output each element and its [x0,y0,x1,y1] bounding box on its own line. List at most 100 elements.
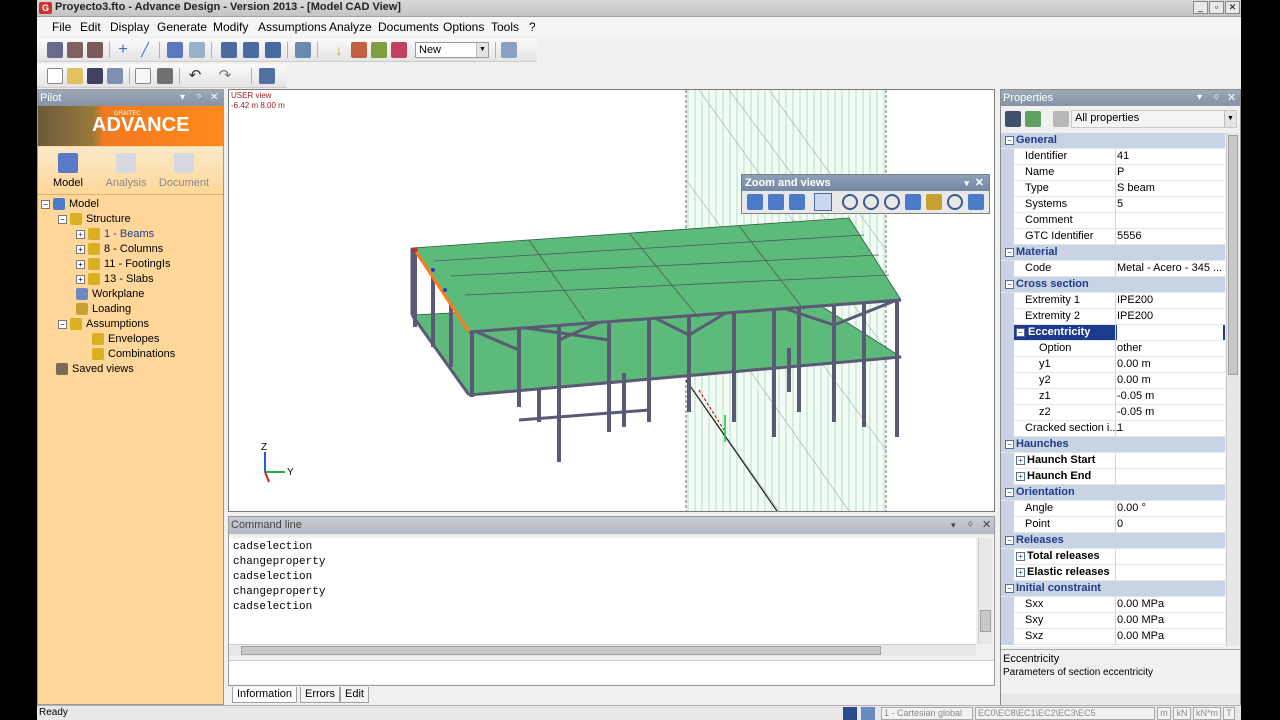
zoom-close-icon[interactable]: ✕ [975,175,984,191]
property-row[interactable]: + Haunch Start [1001,453,1225,469]
mode-model[interactable]: Model [38,147,98,193]
property-row[interactable]: + Haunch End [1001,469,1225,485]
collapse-icon[interactable]: − [1005,488,1014,497]
property-row[interactable]: y2 0.00 m [1001,373,1225,389]
moment-load-icon[interactable] [391,42,407,58]
property-value[interactable]: 0.00 m [1117,374,1223,386]
property-category[interactable]: − Orientation [1001,485,1225,501]
property-value[interactable]: other [1117,342,1223,354]
print-icon[interactable] [157,68,173,84]
property-filter-select[interactable]: All properties ▼ [1071,110,1237,128]
property-row[interactable]: + Total releases [1001,549,1225,565]
line-icon[interactable]: ╱ [137,42,153,58]
property-value[interactable] [1117,453,1223,468]
property-value[interactable] [1117,565,1223,580]
snap-icon[interactable] [843,707,857,720]
scroll-thumb[interactable] [1228,135,1238,375]
linear-load-icon[interactable] [351,42,367,58]
property-value[interactable]: -0.05 m [1117,406,1223,418]
expand-icon[interactable]: + [1016,456,1025,465]
property-value[interactable]: 5 [1117,198,1223,210]
command-icon[interactable] [259,68,275,84]
command-horizontal-scrollbar[interactable] [229,644,976,656]
expand-icon[interactable]: + [1016,552,1025,561]
property-row[interactable]: Type S beam [1001,181,1225,197]
beam-icon[interactable] [167,42,183,58]
collapse-icon[interactable]: − [1016,328,1025,337]
restore-button[interactable]: ▫ [1209,1,1224,14]
view-side-icon[interactable] [789,194,805,210]
pencil-icon[interactable] [47,42,63,58]
add-point-icon[interactable]: + [115,42,131,58]
property-value[interactable]: 5556 [1117,230,1223,242]
property-row[interactable]: Point 0 [1001,517,1225,533]
property-category[interactable]: − Cross section [1001,277,1225,293]
area-load-icon[interactable] [371,42,387,58]
cmd-close-icon[interactable]: ✕ [982,517,991,534]
chevron-down-icon[interactable]: ▼ [476,43,488,57]
load-case-select[interactable]: New ▼ [415,42,489,58]
move-icon[interactable] [295,42,311,58]
unit-force[interactable]: kN [1173,707,1191,720]
menu-file[interactable]: File [52,20,71,34]
beam-node[interactable] [412,247,418,253]
menu-generate[interactable]: Generate [157,20,207,34]
property-row[interactable]: Comment [1001,213,1225,229]
property-row[interactable]: − Eccentricity [1001,325,1225,341]
property-value[interactable]: -0.05 m [1117,390,1223,402]
property-value[interactable]: 0.00 m [1117,358,1223,370]
property-value[interactable]: 1 [1117,422,1223,434]
collapse-icon[interactable]: − [1005,280,1014,289]
model-3d-drawing[interactable]: Z Y [229,90,994,511]
property-row[interactable]: Cracked section i... 1 [1001,421,1225,437]
property-row[interactable]: Sxz 0.00 MPa [1001,629,1225,645]
grid-view-icon[interactable] [814,193,832,211]
chevron-down-icon[interactable]: ▼ [1224,111,1236,127]
property-row[interactable]: + Elastic releases [1001,565,1225,581]
support-icon[interactable] [221,42,237,58]
scroll-thumb[interactable] [241,646,881,655]
tree-item-columns[interactable]: +8 - Columns [76,242,163,256]
menu-edit[interactable]: Edit [80,20,101,34]
mode-document[interactable]: Document [154,147,214,193]
property-row[interactable]: z1 -0.05 m [1001,389,1225,405]
property-value[interactable] [1117,549,1223,564]
tab-edit[interactable]: Edit [340,687,369,703]
brush-icon[interactable] [67,42,83,58]
property-value[interactable] [1117,469,1223,484]
collapse-icon[interactable]: − [1005,136,1014,145]
collapse-icon[interactable]: − [1005,584,1014,593]
coordinate-system[interactable]: 1 - Cartesian global [881,707,973,720]
rotate-icon[interactable] [926,194,942,210]
unit-length[interactable]: m [1157,707,1171,720]
print-preview-icon[interactable] [135,68,151,84]
grid-snap-icon[interactable] [861,707,875,720]
zoom-in-icon[interactable] [842,194,858,210]
mode-analysis[interactable]: Analysis [96,147,156,193]
beam-node[interactable] [431,268,435,272]
menu-help[interactable]: ? [529,20,536,34]
tree-item-assumptions[interactable]: − Assumptions [58,317,149,331]
property-row[interactable]: Sxx 0.00 MPa [1001,597,1225,613]
minimize-button[interactable]: _ [1193,1,1208,14]
property-row[interactable]: Systems 5 [1001,197,1225,213]
property-row[interactable]: Sxy 0.00 MPa [1001,613,1225,629]
props-pin-icon[interactable]: ᛜ [1213,90,1220,106]
property-value[interactable]: 0 [1117,518,1223,530]
property-row[interactable]: Identifier 41 [1001,149,1225,165]
undo-icon[interactable]: ↶ [187,68,203,84]
pen-icon[interactable] [87,42,103,58]
property-row[interactable]: Name P [1001,165,1225,181]
tree-item-beams[interactable]: +1 - Beams [76,227,154,241]
view-3d-icon[interactable] [968,194,984,210]
props-menu-icon[interactable]: ▾ [1197,90,1202,106]
tab-errors[interactable]: Errors [300,687,340,703]
property-row[interactable]: Option other [1001,341,1225,357]
tree-item-saved-views[interactable]: Saved views [56,362,134,376]
unit-moment[interactable]: kN*m [1193,707,1221,720]
pilot-close-icon[interactable]: ✕ [210,90,218,106]
tree-item-structure[interactable]: − Structure [58,212,131,226]
property-grid-scrollbar[interactable] [1226,133,1239,646]
collapse-icon[interactable]: − [1005,536,1014,545]
menu-documents[interactable]: Documents [378,20,439,34]
